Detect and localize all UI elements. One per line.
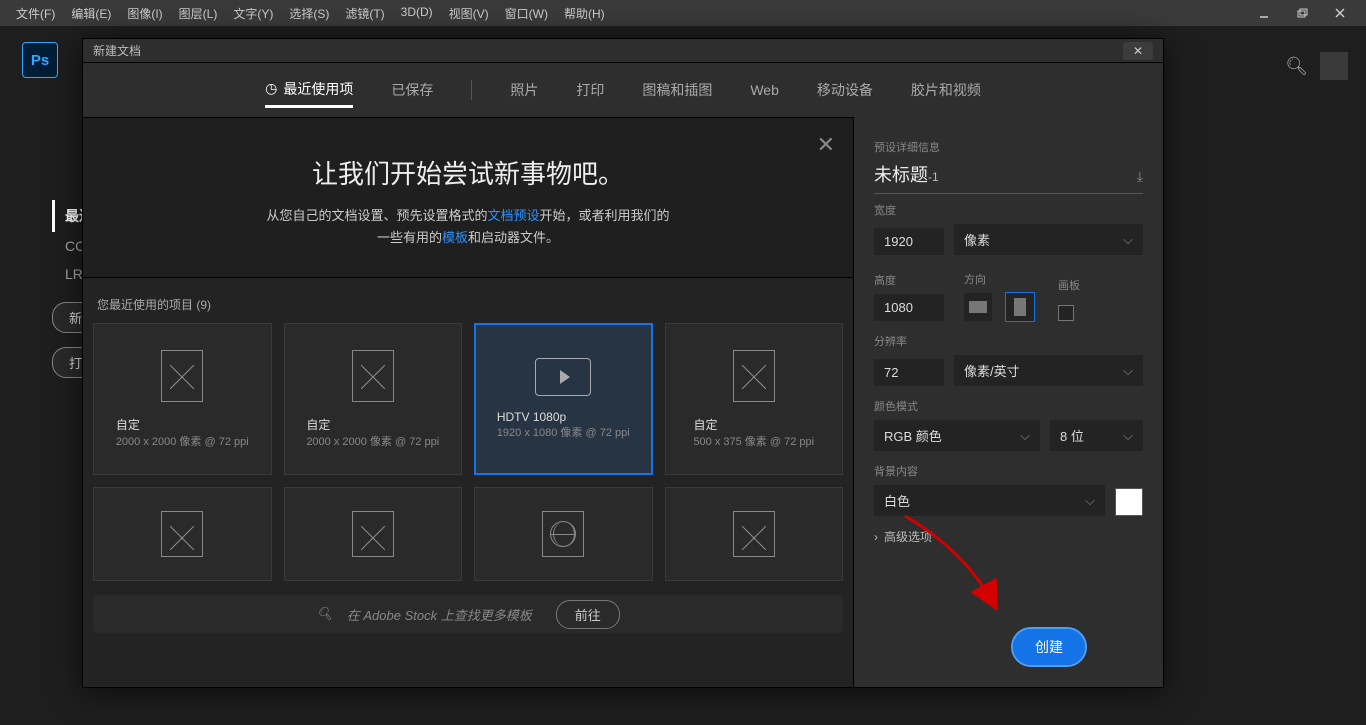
tab-film[interactable]: 胶片和视频 — [911, 74, 981, 106]
chevron-down-icon: ⌵ — [1020, 428, 1030, 444]
dialog-close-button[interactable]: ✕ — [1123, 42, 1153, 60]
category-tabs: ◷ 最近使用项 已保存 照片 打印 图稿和插图 Web 移动设备 胶片和视频 — [83, 63, 1163, 117]
resolution-label: 分辨率 — [874, 333, 1143, 349]
menu-item[interactable]: 帮助(H) — [556, 5, 613, 22]
create-button[interactable]: 创建 — [1013, 629, 1085, 665]
save-preset-icon[interactable]: ⤓ — [1137, 168, 1143, 185]
preset-card[interactable]: 自定500 x 375 像素 @ 72 ppi — [665, 323, 844, 475]
search-icon: 🔍︎ — [316, 606, 333, 622]
ps-logo-icon: Ps — [22, 42, 58, 78]
preset-card[interactable] — [665, 487, 844, 581]
menu-item[interactable]: 视图(V) — [441, 5, 497, 22]
preset-card[interactable]: 自定2000 x 2000 像素 @ 72 ppi — [284, 323, 463, 475]
preset-card[interactable] — [474, 487, 653, 581]
card-name: 自定 — [693, 416, 814, 433]
card-meta: 2000 x 2000 像素 @ 72 ppi — [116, 433, 249, 449]
search-icon[interactable]: 🔍︎ — [1285, 56, 1308, 77]
chevron-down-icon: ⌵ — [1123, 363, 1133, 379]
main-menubar[interactable]: 文件(F)编辑(E)图像(I)图层(L)文字(Y)选择(S)滤镜(T)3D(D)… — [0, 0, 1366, 26]
chevron-down-icon: ⌵ — [1123, 232, 1133, 248]
preset-header: 预设详细信息 — [874, 139, 1143, 155]
window-restore-button[interactable] — [1284, 3, 1320, 23]
hero-title: 让我们开始尝试新事物吧。 — [103, 154, 833, 191]
window-close-button[interactable] — [1322, 3, 1358, 23]
resolution-unit-select[interactable]: 像素/英寸⌵ — [954, 355, 1143, 386]
orientation-landscape[interactable] — [964, 293, 992, 321]
card-name: HDTV 1080p — [497, 410, 630, 424]
preset-card[interactable] — [93, 487, 272, 581]
background-select[interactable]: 白色⌵ — [874, 485, 1105, 516]
card-name: 自定 — [116, 416, 249, 433]
document-icon — [733, 511, 775, 557]
background-swatch[interactable] — [1115, 488, 1143, 516]
orientation-label: 方向 — [964, 271, 1038, 287]
color-depth-select[interactable]: 8 位⌵ — [1050, 420, 1143, 451]
tab-print[interactable]: 打印 — [576, 74, 604, 106]
tab-web[interactable]: Web — [750, 76, 779, 104]
color-mode-select[interactable]: RGB 颜色⌵ — [874, 420, 1040, 451]
preset-card[interactable]: HDTV 1080p1920 x 1080 像素 @ 72 ppi — [474, 323, 653, 475]
height-label: 高度 — [874, 272, 944, 288]
stock-placeholder: 在 Adobe Stock 上查找更多模板 — [347, 605, 532, 624]
card-meta: 2000 x 2000 像素 @ 72 ppi — [306, 433, 439, 449]
hero-close-button[interactable]: ✕ — [817, 132, 835, 158]
resolution-input[interactable]: 72 — [874, 359, 944, 386]
document-icon — [733, 350, 775, 402]
artboard-label: 画板 — [1058, 277, 1080, 293]
menu-item[interactable]: 滤镜(T) — [337, 5, 392, 22]
template-link[interactable]: 模板 — [442, 230, 468, 245]
menu-item[interactable]: 文字(Y) — [225, 5, 281, 22]
background-label: 背景内容 — [874, 463, 1143, 479]
menu-item[interactable]: 3D(D) — [393, 5, 441, 22]
tab-art[interactable]: 图稿和插图 — [642, 74, 712, 106]
hero-banner: ✕ 让我们开始尝试新事物吧。 从您自己的文档设置、预先设置格式的文档预设开始，或… — [83, 117, 853, 278]
menu-item[interactable]: 文件(F) — [8, 5, 63, 22]
card-meta: 500 x 375 像素 @ 72 ppi — [693, 433, 814, 449]
document-icon — [161, 350, 203, 402]
preset-card[interactable] — [284, 487, 463, 581]
web-doc-icon — [542, 511, 584, 557]
recent-items-label: 您最近使用的项目 (9) — [83, 278, 853, 323]
tab-saved[interactable]: 已保存 — [391, 74, 433, 106]
document-icon — [352, 350, 394, 402]
document-icon — [161, 511, 203, 557]
stock-go-button[interactable]: 前往 — [556, 600, 620, 629]
chevron-down-icon: ⌵ — [1123, 428, 1133, 444]
color-mode-label: 颜色模式 — [874, 398, 1143, 414]
menu-item[interactable]: 图层(L) — [171, 5, 226, 22]
preset-details-panel: 预设详细信息 未标题-1 ⤓ 宽度 1920 像素⌵ 高度 1080 方向 — [853, 117, 1163, 687]
hero-subtitle: 从您自己的文档设置、预先设置格式的文档预设开始，或者利用我们的 一些有用的模板和… — [103, 205, 833, 249]
new-document-dialog: 新建文档 ✕ ◷ 最近使用项 已保存 照片 打印 图稿和插图 Web 移动设备 … — [82, 38, 1164, 688]
menu-item[interactable]: 图像(I) — [119, 5, 170, 22]
chevron-right-icon: › — [874, 530, 878, 544]
play-icon — [535, 358, 591, 396]
chevron-down-icon: ⌵ — [1085, 493, 1095, 509]
card-name: 自定 — [306, 416, 439, 433]
menu-item[interactable]: 选择(S) — [281, 5, 337, 22]
clock-icon: ◷ — [265, 80, 277, 97]
width-input[interactable]: 1920 — [874, 228, 944, 255]
tab-recent[interactable]: ◷ 最近使用项 — [265, 73, 353, 108]
workspace-thumbnail[interactable] — [1320, 52, 1348, 80]
tab-photo[interactable]: 照片 — [510, 74, 538, 106]
preset-card[interactable]: 自定2000 x 2000 像素 @ 72 ppi — [93, 323, 272, 475]
height-input[interactable]: 1080 — [874, 294, 944, 321]
tab-mobile[interactable]: 移动设备 — [817, 74, 873, 106]
stock-search-bar[interactable]: 🔍︎ 在 Adobe Stock 上查找更多模板 前往 — [93, 595, 843, 633]
menu-item[interactable]: 编辑(E) — [63, 5, 119, 22]
card-meta: 1920 x 1080 像素 @ 72 ppi — [497, 424, 630, 440]
width-label: 宽度 — [874, 202, 1143, 218]
menu-item[interactable]: 窗口(W) — [497, 5, 556, 22]
dialog-title: 新建文档 — [93, 42, 141, 59]
dialog-titlebar[interactable]: 新建文档 ✕ — [83, 39, 1163, 63]
orientation-portrait[interactable] — [1006, 293, 1034, 321]
doc-preset-link[interactable]: 文档预设 — [487, 208, 539, 223]
width-unit-select[interactable]: 像素⌵ — [954, 224, 1143, 255]
artboard-checkbox[interactable] — [1058, 305, 1074, 321]
advanced-options-toggle[interactable]: › 高级选项 — [874, 528, 1143, 545]
doc-name-input[interactable]: 未标题-1 — [874, 161, 939, 187]
window-minimize-button[interactable] — [1246, 3, 1282, 23]
document-icon — [352, 511, 394, 557]
